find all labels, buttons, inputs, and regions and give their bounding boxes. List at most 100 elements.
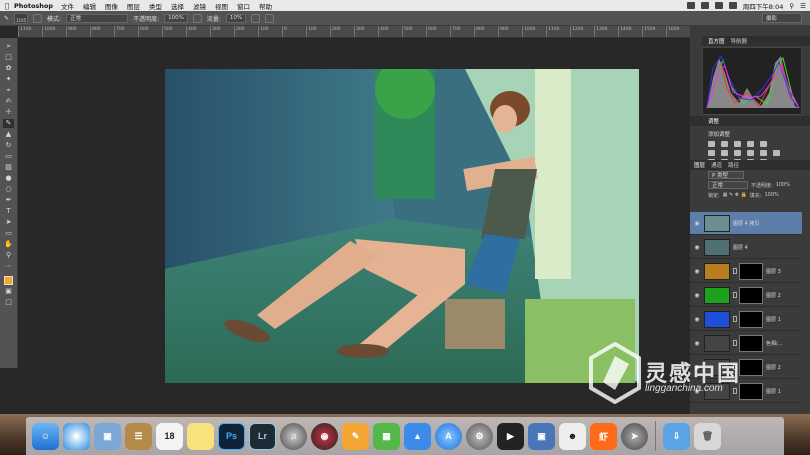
type-tool-icon[interactable]: T <box>3 207 14 216</box>
tab-adjustments[interactable]: 调整 <box>708 117 719 125</box>
foreground-color-swatch[interactable] <box>4 276 13 285</box>
channel-mixer-icon[interactable] <box>760 150 767 156</box>
battery-icon[interactable] <box>728 2 737 9</box>
menu-edit[interactable]: 编辑 <box>83 1 96 11</box>
workspace-switcher[interactable]: 摄影 <box>762 13 802 23</box>
visibility-eye-icon[interactable]: ◉ <box>690 268 704 275</box>
photoshop-icon[interactable]: Ps <box>218 422 245 450</box>
visibility-eye-icon[interactable]: ◉ <box>690 388 704 395</box>
shape-tool-icon[interactable]: ▭ <box>3 229 14 238</box>
notes-icon[interactable]: ☰ <box>125 422 152 450</box>
menu-image[interactable]: 图像 <box>105 1 118 11</box>
path-select-tool-icon[interactable]: ➤ <box>3 218 14 227</box>
tab-paths[interactable]: 路径 <box>728 161 739 169</box>
healing-tool-icon[interactable]: ☩ <box>3 108 14 117</box>
crop-tool-icon[interactable]: ⌖ <box>3 86 14 95</box>
eyedropper-tool-icon[interactable]: ✍ <box>3 97 14 106</box>
pressure-opacity-button[interactable] <box>192 13 202 23</box>
status-icon[interactable] <box>686 2 695 9</box>
visibility-eye-icon[interactable]: ◉ <box>690 244 704 251</box>
brush-tool-icon[interactable]: ✎ <box>3 119 14 128</box>
app-menu[interactable]: Photoshop <box>14 2 53 10</box>
keynote-icon[interactable]: ▲ <box>404 422 431 450</box>
more-tools-icon[interactable]: ⋯ <box>3 262 14 271</box>
brush-tool-icon[interactable]: ✎ <box>4 15 9 22</box>
menu-type[interactable]: 类型 <box>149 1 162 11</box>
zoom-tool-icon[interactable]: ⚲ <box>3 251 14 260</box>
exposure-icon[interactable] <box>747 141 754 147</box>
search-icon[interactable]: ⚲ <box>789 2 794 10</box>
mask-link-icon[interactable] <box>733 292 737 298</box>
stickies-icon[interactable] <box>187 422 214 450</box>
layer-row[interactable]: ◉ 图层 4 拷贝 <box>690 212 802 235</box>
screen-mode-icon[interactable]: □ <box>3 298 14 307</box>
menu-layer[interactable]: 图层 <box>127 1 140 11</box>
wifi-icon[interactable] <box>714 2 723 9</box>
hue-saturation-icon[interactable] <box>708 150 715 156</box>
layer-row[interactable]: ◉ 图层 2 <box>690 284 802 307</box>
photo-filter-icon[interactable] <box>747 150 754 156</box>
tab-navigator[interactable]: 导航器 <box>731 37 748 45</box>
fill-value[interactable]: 100% <box>764 192 778 198</box>
pages-icon[interactable]: ✎ <box>342 422 369 450</box>
downloads-folder-icon[interactable]: ⇩ <box>663 422 690 450</box>
color-lookup-icon[interactable] <box>773 150 780 156</box>
status-icon[interactable] <box>700 2 709 9</box>
final-cut-icon[interactable]: ▶ <box>497 422 524 450</box>
app-store-icon[interactable]: A <box>435 422 462 450</box>
layer-mask-thumbnail[interactable] <box>739 334 763 352</box>
menu-select[interactable]: 选择 <box>171 1 184 11</box>
layer-mask-thumbnail[interactable] <box>739 262 763 280</box>
menu-window[interactable]: 窗口 <box>237 1 250 11</box>
eraser-tool-icon[interactable]: ▭ <box>3 152 14 161</box>
mask-link-icon[interactable] <box>733 364 737 370</box>
pen-tool-icon[interactable]: ✒ <box>3 196 14 205</box>
layer-row[interactable]: ◉ 图层 3 <box>690 260 802 283</box>
brush-panel-button[interactable] <box>33 13 43 23</box>
quick-mask-icon[interactable]: ▣ <box>3 287 14 296</box>
marquee-tool-icon[interactable]: □ <box>3 53 14 62</box>
visibility-eye-icon[interactable]: ◉ <box>690 340 704 347</box>
gradient-tool-icon[interactable]: ▨ <box>3 163 14 172</box>
layer-kind-filter[interactable]: P 类型 <box>708 171 744 179</box>
layer-opacity-value[interactable]: 100% <box>776 182 790 188</box>
mode-select[interactable]: 正常 <box>66 13 129 23</box>
preview-icon[interactable]: ▣ <box>94 422 121 450</box>
menu-view[interactable]: 视图 <box>215 1 228 11</box>
visibility-eye-icon[interactable]: ◉ <box>690 316 704 323</box>
visibility-eye-icon[interactable]: ◉ <box>690 364 704 371</box>
move-tool-icon[interactable]: ➢ <box>3 42 14 51</box>
layer-mask-thumbnail[interactable] <box>739 382 763 400</box>
brightness-icon[interactable] <box>708 141 715 147</box>
system-preferences-icon[interactable]: ⚙ <box>466 422 493 450</box>
tab-channels[interactable]: 通道 <box>711 161 722 169</box>
document-photo[interactable] <box>165 69 639 383</box>
iphoto-icon[interactable]: ▣ <box>528 422 555 450</box>
safari-icon[interactable]: ✧ <box>63 422 90 450</box>
black-white-icon[interactable] <box>734 150 741 156</box>
hand-tool-icon[interactable]: ✋ <box>3 240 14 249</box>
clock[interactable]: 周四下午8:04 <box>743 1 784 11</box>
qq-icon[interactable]: ☻ <box>559 422 586 450</box>
layer-row[interactable]: ◉ 色相/... <box>690 332 802 355</box>
layer-row[interactable]: ◉ 图层 2 <box>690 356 802 379</box>
itunes-icon[interactable]: ♫ <box>280 422 307 450</box>
mask-link-icon[interactable] <box>733 388 737 394</box>
lock-icons[interactable]: ▦ ✎ ✥ 🔒 <box>723 192 747 198</box>
menu-file[interactable]: 文件 <box>61 1 74 11</box>
lasso-tool-icon[interactable]: ✿ <box>3 64 14 73</box>
opacity-field[interactable]: 100% <box>164 13 188 23</box>
history-brush-tool-icon[interactable]: ↻ <box>3 141 14 150</box>
flow-field[interactable]: 10% <box>225 13 247 23</box>
list-icon[interactable]: ☰ <box>800 2 806 10</box>
layer-row[interactable]: ◉ 图层 1 <box>690 380 802 403</box>
calendar-icon[interactable]: 18 <box>156 422 183 450</box>
layer-mask-thumbnail[interactable] <box>739 286 763 304</box>
finder-icon[interactable]: ☺ <box>32 422 59 450</box>
visibility-eye-icon[interactable]: ◉ <box>690 220 704 227</box>
blend-mode-select[interactable]: 正常 <box>708 181 748 189</box>
mask-link-icon[interactable] <box>733 340 737 346</box>
trash-icon[interactable]: 🗑 <box>694 422 721 450</box>
menu-help[interactable]: 帮助 <box>259 1 272 11</box>
tab-layers[interactable]: 图层 <box>694 161 705 169</box>
